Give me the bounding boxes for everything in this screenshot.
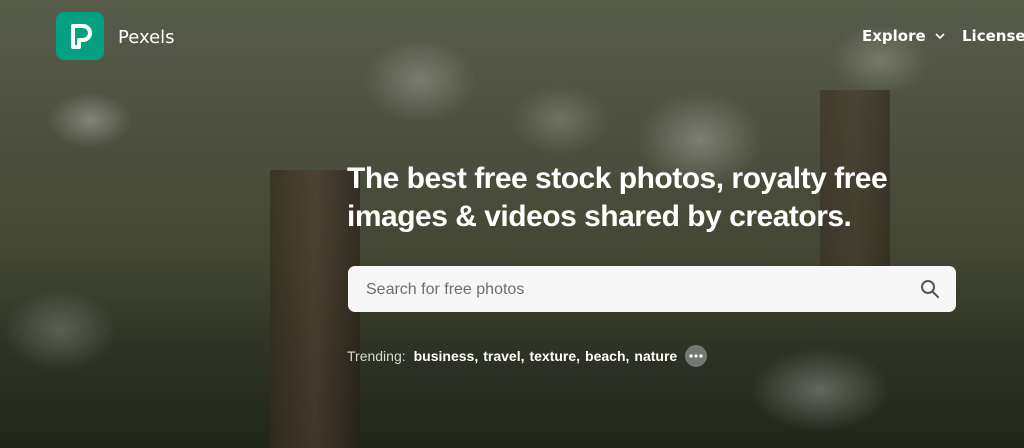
headline-line-1: The best free stock photos, royalty free — [347, 162, 888, 195]
separator: , — [625, 348, 630, 364]
search-icon[interactable] — [920, 279, 940, 299]
chevron-down-icon — [935, 33, 945, 40]
explore-label: Explore — [862, 27, 926, 45]
more-dots-icon[interactable] — [685, 345, 708, 367]
search-bar — [348, 266, 956, 314]
trending-link-travel[interactable]: travel — [483, 348, 520, 364]
separator: , — [520, 348, 525, 364]
separator: , — [474, 348, 479, 364]
license-link[interactable]: License — [962, 27, 1024, 45]
separator: , — [576, 348, 581, 364]
explore-menu[interactable]: Explore — [862, 27, 946, 45]
trending-link-texture[interactable]: texture — [529, 348, 576, 364]
headline-line-2: images & videos shared by creators. — [347, 200, 852, 233]
search-input[interactable] — [348, 266, 908, 314]
brand-name[interactable]: Pexels — [118, 27, 175, 48]
pexels-logo-icon[interactable] — [56, 12, 104, 60]
trending-link-beach[interactable]: beach — [585, 348, 625, 364]
hero-headline: The best free stock photos, royalty free… — [347, 160, 987, 236]
trending-label: Trending: — [347, 348, 406, 364]
trending-row: Trending: business, travel, texture, bea… — [347, 345, 708, 367]
trending-link-business[interactable]: business — [414, 348, 475, 364]
top-navbar: Pexels Explore License — [0, 0, 1024, 76]
trending-link-nature[interactable]: nature — [634, 348, 677, 364]
